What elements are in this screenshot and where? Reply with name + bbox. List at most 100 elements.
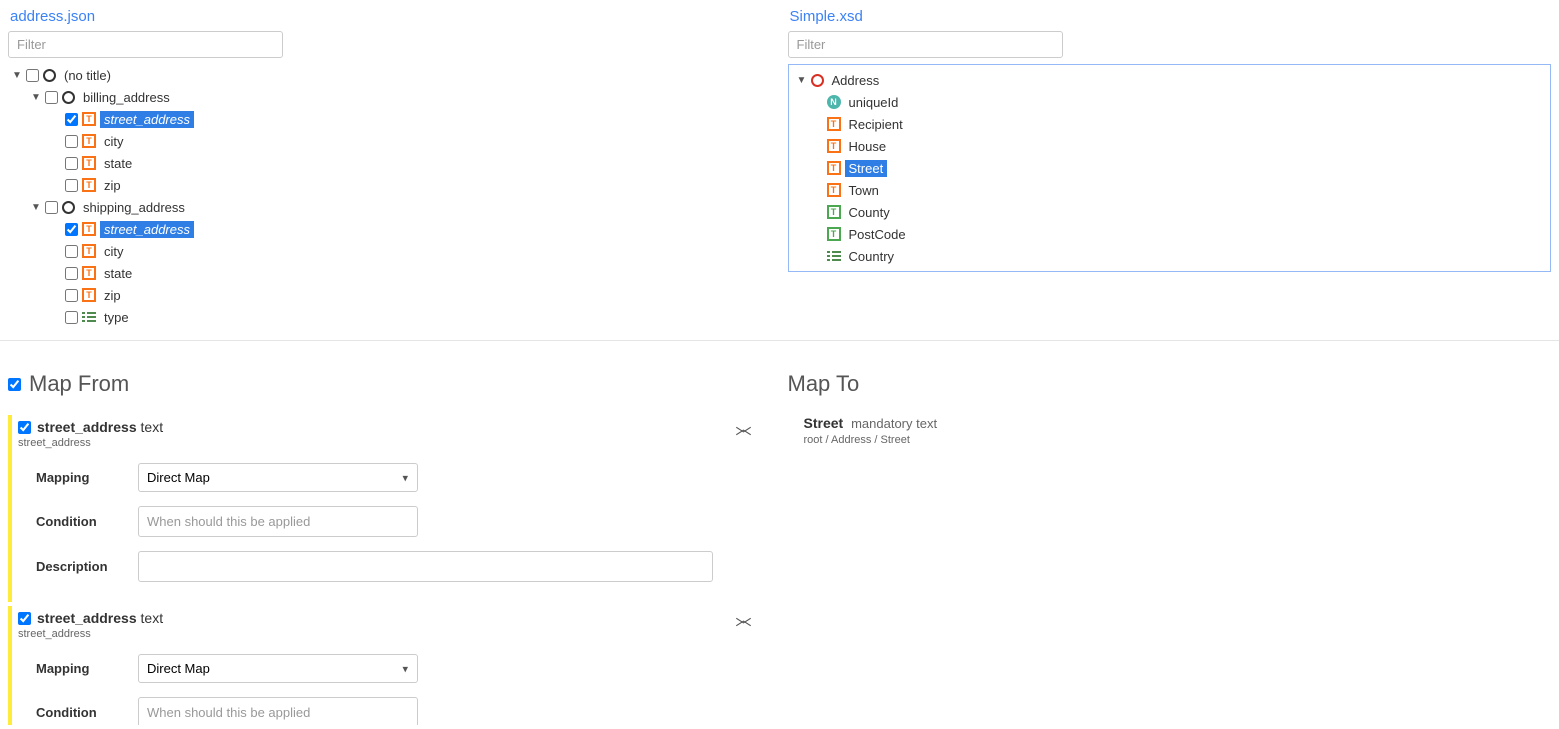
map-to-item: Street mandatory text root / Address / S… <box>788 415 1552 446</box>
tree-node-shipping-zip[interactable]: T zip <box>8 284 772 306</box>
tree-node-billing-street[interactable]: T street_address <box>8 108 772 130</box>
tree-node-shipping-type[interactable]: type <box>8 306 772 328</box>
node-label: street_address <box>100 111 194 128</box>
node-checkbox[interactable] <box>65 223 78 236</box>
tree-node-shipping-state[interactable]: T state <box>8 262 772 284</box>
text-field-optional-icon: T <box>827 227 841 241</box>
node-label: PostCode <box>845 226 910 243</box>
numeric-icon: N <box>827 95 841 109</box>
tree-node-recipient[interactable]: T Recipient <box>793 113 1547 135</box>
node-label: House <box>845 138 891 155</box>
node-label: state <box>100 155 136 172</box>
node-checkbox[interactable] <box>65 157 78 170</box>
condition-label: Condition <box>18 705 138 720</box>
text-field-icon: T <box>82 288 96 302</box>
enum-icon <box>827 249 841 263</box>
node-label: city <box>100 133 128 150</box>
tree-node-shipping-street[interactable]: T street_address <box>8 218 772 240</box>
text-field-icon: T <box>82 112 96 126</box>
tree-node-root[interactable]: ▼ (no title) <box>8 64 772 86</box>
node-label: zip <box>100 287 125 304</box>
target-filter-input[interactable] <box>788 31 1063 58</box>
tree-node-county[interactable]: T County <box>793 201 1547 223</box>
top-panels: address.json ▼ (no title) ▼ billing_addr… <box>0 0 1559 341</box>
expand-toggle-icon[interactable]: ▼ <box>11 69 23 81</box>
node-checkbox[interactable] <box>65 113 78 126</box>
enum-icon <box>82 310 96 324</box>
node-checkbox[interactable] <box>65 289 78 302</box>
description-input[interactable] <box>138 551 713 582</box>
node-checkbox[interactable] <box>45 201 58 214</box>
mapping-select[interactable]: Direct Map <box>138 654 418 683</box>
text-field-icon: T <box>827 161 841 175</box>
text-field-icon: T <box>827 117 841 131</box>
bottom-panels: Map From ︿﹀ street_address text street_a… <box>0 341 1559 725</box>
expand-toggle-icon[interactable]: ▼ <box>30 201 42 213</box>
text-field-icon: T <box>827 183 841 197</box>
expand-toggle-icon[interactable]: ▼ <box>30 91 42 103</box>
node-label: state <box>100 265 136 282</box>
condition-input[interactable] <box>138 506 418 537</box>
mapping-select[interactable]: Direct Map <box>138 463 418 492</box>
map-to-item-meta: mandatory text <box>851 416 937 431</box>
map-to-item-name: Street <box>804 415 844 431</box>
map-from-scroll[interactable]: ︿﹀ street_address text street_address Ma… <box>8 415 772 725</box>
text-field-icon: T <box>82 222 96 236</box>
tree-node-postcode[interactable]: T PostCode <box>793 223 1547 245</box>
source-filter-input[interactable] <box>8 31 283 58</box>
object-icon <box>62 91 75 104</box>
condition-label: Condition <box>18 514 138 529</box>
tree-node-uniqueid[interactable]: N uniqueId <box>793 91 1547 113</box>
map-to-item-path: root / Address / Street <box>804 434 1552 446</box>
map-from-header: Map From <box>8 371 772 397</box>
map-item-path: street_address <box>18 437 772 449</box>
tree-node-billing-zip[interactable]: T zip <box>8 174 772 196</box>
tree-node-billing[interactable]: ▼ billing_address <box>8 86 772 108</box>
text-field-icon: T <box>82 156 96 170</box>
tree-node-shipping[interactable]: ▼ shipping_address <box>8 196 772 218</box>
reorder-handle-icon[interactable]: ︿﹀ <box>735 427 751 439</box>
node-label: uniqueId <box>845 94 903 111</box>
node-label: street_address <box>100 221 194 238</box>
node-label: shipping_address <box>79 199 189 216</box>
tree-node-country[interactable]: Country <box>793 245 1547 267</box>
map-item-checkbox[interactable] <box>18 421 31 434</box>
node-label: type <box>100 309 133 326</box>
map-from-toggle-checkbox[interactable] <box>8 378 21 391</box>
tree-node-town[interactable]: T Town <box>793 179 1547 201</box>
tree-node-house[interactable]: T House <box>793 135 1547 157</box>
map-item-title: street_address text <box>37 419 163 435</box>
map-from-panel: Map From ︿﹀ street_address text street_a… <box>0 371 780 725</box>
tree-node-billing-state[interactable]: T state <box>8 152 772 174</box>
map-item-checkbox[interactable] <box>18 612 31 625</box>
tree-node-shipping-city[interactable]: T city <box>8 240 772 262</box>
tree-node-address[interactable]: ▼ Address <box>793 69 1547 91</box>
node-checkbox[interactable] <box>65 245 78 258</box>
mapping-label: Mapping <box>18 661 138 676</box>
reorder-handle-icon[interactable]: ︿﹀ <box>735 618 751 630</box>
node-label: Town <box>845 182 883 199</box>
node-label: County <box>845 204 894 221</box>
map-item-path: street_address <box>18 628 772 640</box>
node-checkbox[interactable] <box>45 91 58 104</box>
tree-node-billing-city[interactable]: T city <box>8 130 772 152</box>
text-field-icon: T <box>82 266 96 280</box>
text-field-icon: T <box>82 244 96 258</box>
expand-toggle-icon[interactable]: ▼ <box>796 74 808 86</box>
tree-node-street[interactable]: T Street <box>793 157 1547 179</box>
target-tree: ▼ Address N uniqueId T Recipient T House <box>788 64 1552 272</box>
node-label: Country <box>845 248 899 265</box>
map-to-header: Map To <box>788 371 1552 397</box>
object-icon <box>43 69 56 82</box>
node-checkbox[interactable] <box>65 135 78 148</box>
map-from-title: Map From <box>29 371 129 397</box>
description-label: Description <box>18 559 138 574</box>
node-label: city <box>100 243 128 260</box>
node-checkbox[interactable] <box>26 69 39 82</box>
node-checkbox[interactable] <box>65 311 78 324</box>
node-checkbox[interactable] <box>65 267 78 280</box>
condition-input[interactable] <box>138 697 418 725</box>
text-field-icon: T <box>82 178 96 192</box>
text-field-optional-icon: T <box>827 205 841 219</box>
node-checkbox[interactable] <box>65 179 78 192</box>
